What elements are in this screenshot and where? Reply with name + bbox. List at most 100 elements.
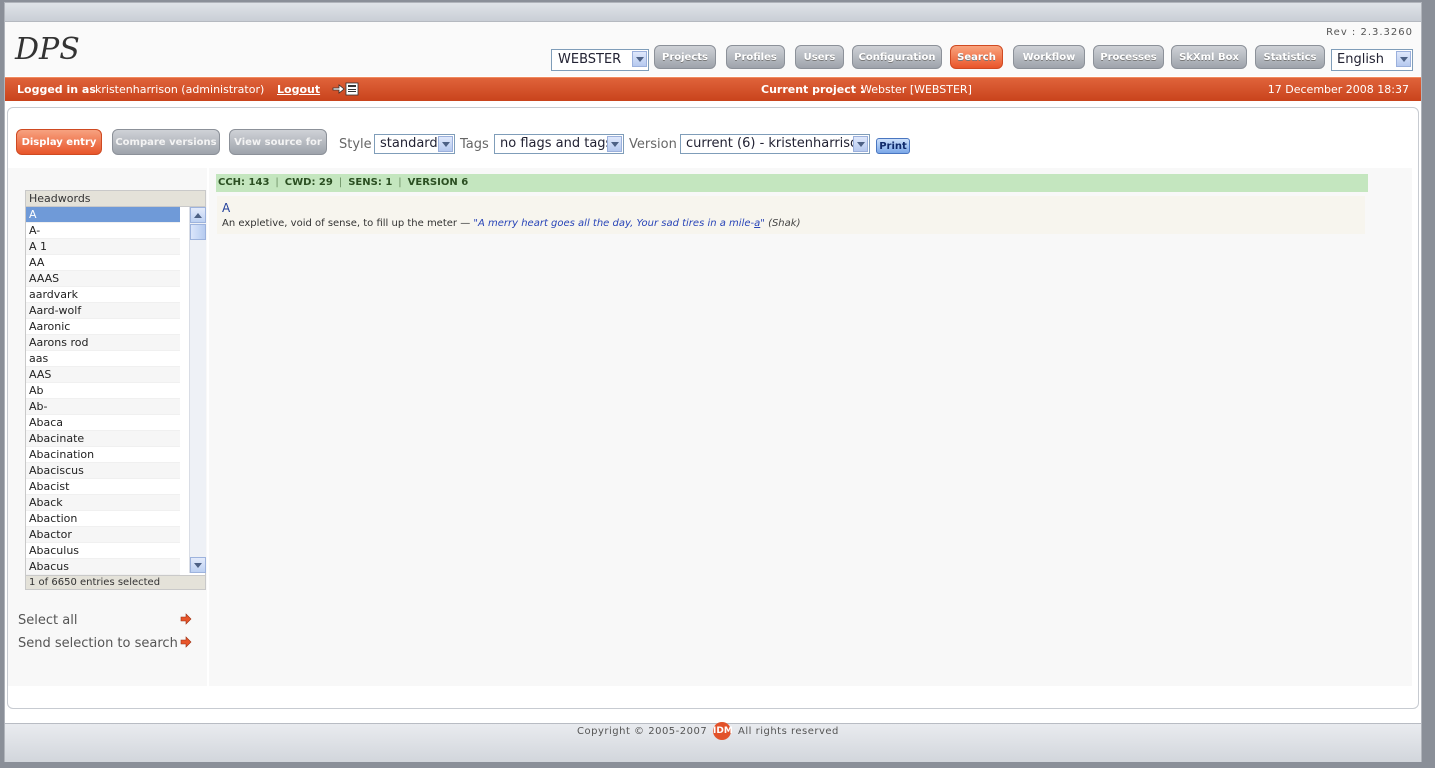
tags-select-value: no flags and tags xyxy=(500,136,613,151)
rights-text: All rights reserved xyxy=(738,726,839,737)
arrow-right-icon[interactable] xyxy=(180,613,192,625)
send-selection-link[interactable]: Send selection to search xyxy=(18,636,178,651)
headwords-header: Headwords xyxy=(26,191,205,207)
separator: | xyxy=(398,177,402,188)
current-project-value: Webster [WEBSTER] xyxy=(861,83,972,96)
nav-profiles-button[interactable]: Profiles xyxy=(726,45,785,69)
nav-projects-button[interactable]: Projects xyxy=(654,45,716,69)
headword-item[interactable]: A xyxy=(26,207,180,223)
view-source-button[interactable]: View source for xyxy=(229,129,327,155)
nav-processes-button[interactable]: Processes xyxy=(1093,45,1164,69)
version-label: Version xyxy=(629,137,677,152)
headword-item[interactable]: Abaction xyxy=(26,511,180,527)
tags-select[interactable]: no flags and tags xyxy=(494,134,624,154)
headword-item[interactable]: Abaciscus xyxy=(26,463,180,479)
entry-definition: An expletive, void of sense, to fill up … xyxy=(222,218,800,229)
version-select-value: current (6) - kristenharrison xyxy=(686,136,867,151)
headword-item[interactable]: Aaronic xyxy=(26,319,180,335)
headwords-list[interactable]: Headwords A A- A 1 AA AAAS aardvark Aard-wolf A… xyxy=(25,190,206,590)
headword-item[interactable]: Abacinate xyxy=(26,431,180,447)
headword-item[interactable]: Abaca xyxy=(26,415,180,431)
version-select[interactable]: current (6) - kristenharrison xyxy=(680,134,870,154)
select-all-link[interactable]: Select all xyxy=(18,613,77,628)
cwd-value: CWD: 29 xyxy=(284,177,333,188)
headword-item[interactable]: Abacist xyxy=(26,479,180,495)
headword-item[interactable]: Abacus xyxy=(26,559,180,575)
project-select[interactable]: WEBSTER xyxy=(551,49,649,71)
separator: | xyxy=(275,177,279,188)
style-label: Style xyxy=(339,137,372,152)
company-logo-icon: IDM xyxy=(713,722,733,740)
chevron-down-icon[interactable] xyxy=(632,51,647,67)
scroll-thumb[interactable] xyxy=(190,224,206,240)
headwords-scrollbar[interactable] xyxy=(189,207,206,573)
headword-item[interactable]: A 1 xyxy=(26,239,180,255)
headword-item[interactable]: Aarons rod xyxy=(26,335,180,351)
cch-value: CCH: 143 xyxy=(218,177,270,188)
headword-item[interactable]: Abacination xyxy=(26,447,180,463)
selection-count: 1 of 6650 entries selected xyxy=(26,575,205,589)
compare-versions-button[interactable]: Compare versions xyxy=(112,129,220,155)
nav-users-button[interactable]: Users xyxy=(795,45,844,69)
logout-icon[interactable] xyxy=(331,81,361,97)
quote-end: " xyxy=(760,218,765,229)
nav-configuration-button[interactable]: Configuration xyxy=(852,45,942,69)
quote-source: (Shak) xyxy=(768,218,801,229)
logout-link[interactable]: Logout xyxy=(277,78,320,101)
project-select-value: WEBSTER xyxy=(558,52,622,67)
nav-statistics-button[interactable]: Statistics xyxy=(1255,45,1325,69)
copyright-text: Copyright © 2005-2007 xyxy=(577,726,708,737)
headword-item[interactable]: Aback xyxy=(26,495,180,511)
current-date: 17 December 2008 18:37 xyxy=(1267,83,1409,96)
app-window: DPS Rev : 2.3.3260 WEBSTER Projects Prof… xyxy=(4,2,1422,762)
app-logo: DPS xyxy=(15,32,80,67)
definition-text: An expletive, void of sense, to fill up … xyxy=(222,218,471,229)
status-bar: Logged in as kristenharrison (administra… xyxy=(5,77,1421,101)
headword-item[interactable]: Ab xyxy=(26,383,180,399)
entry-info-bar: CCH: 143 | CWD: 29 | SENS: 1 | VERSION 6 xyxy=(216,174,1368,192)
headword-item[interactable]: A- xyxy=(26,223,180,239)
print-button[interactable]: Print xyxy=(876,138,910,154)
quote-text: "A merry heart goes all the day, Your sa… xyxy=(473,218,755,229)
headword-item[interactable]: Abaculus xyxy=(26,543,180,559)
language-select[interactable]: English xyxy=(1331,49,1413,71)
top-strip xyxy=(5,3,1421,22)
nav-workflow-button[interactable]: Workflow xyxy=(1013,45,1085,69)
sens-value: SENS: 1 xyxy=(348,177,393,188)
headword-item[interactable]: AAS xyxy=(26,367,180,383)
revision-label: Rev : 2.3.3260 xyxy=(1326,27,1413,38)
chevron-down-icon[interactable] xyxy=(607,136,622,152)
logged-in-user: kristenharrison (administrator) xyxy=(95,83,265,96)
display-entry-button[interactable]: Display entry xyxy=(16,129,102,155)
headword-item[interactable]: aardvark xyxy=(26,287,180,303)
headword-item[interactable]: AAAS xyxy=(26,271,180,287)
scroll-up-icon[interactable] xyxy=(190,207,206,223)
scroll-down-icon[interactable] xyxy=(190,557,206,573)
header: DPS Rev : 2.3.3260 WEBSTER Projects Prof… xyxy=(5,22,1421,76)
nav-search-button[interactable]: Search xyxy=(950,45,1003,69)
chevron-down-icon[interactable] xyxy=(853,136,868,152)
headword-item[interactable]: Abactor xyxy=(26,527,180,543)
main-panel: Display entry Compare versions View sour… xyxy=(7,107,1419,709)
version-value: VERSION 6 xyxy=(407,177,469,188)
current-project-label: Current project : xyxy=(761,83,865,96)
headword-item[interactable]: aas xyxy=(26,351,180,367)
chevron-down-icon[interactable] xyxy=(1396,51,1411,67)
headword-item[interactable]: Ab- xyxy=(26,399,180,415)
headword-item[interactable]: AA xyxy=(26,255,180,271)
headword-item[interactable]: Aard-wolf xyxy=(26,303,180,319)
entry-headword: A xyxy=(222,201,231,215)
chevron-down-icon[interactable] xyxy=(438,136,453,152)
language-select-value: English xyxy=(1337,52,1384,67)
logged-in-label: Logged in as xyxy=(17,83,96,96)
style-select-value: standard xyxy=(380,136,438,151)
quotation: "A merry heart goes all the day, Your sa… xyxy=(473,218,764,229)
tags-label: Tags xyxy=(460,137,489,152)
nav-skxml-box-button[interactable]: SkXml Box xyxy=(1171,45,1247,69)
arrow-right-icon[interactable] xyxy=(180,636,192,648)
entry-view: CCH: 143 | CWD: 29 | SENS: 1 | VERSION 6 A An … xyxy=(209,168,1412,686)
entry-content: A An expletive, void of sense, to fill u… xyxy=(217,196,1365,234)
headwords-items: A A- A 1 AA AAAS aardvark Aard-wolf Aaronic Aaro… xyxy=(26,207,205,575)
separator: | xyxy=(338,177,343,188)
style-select[interactable]: standard xyxy=(374,134,455,154)
